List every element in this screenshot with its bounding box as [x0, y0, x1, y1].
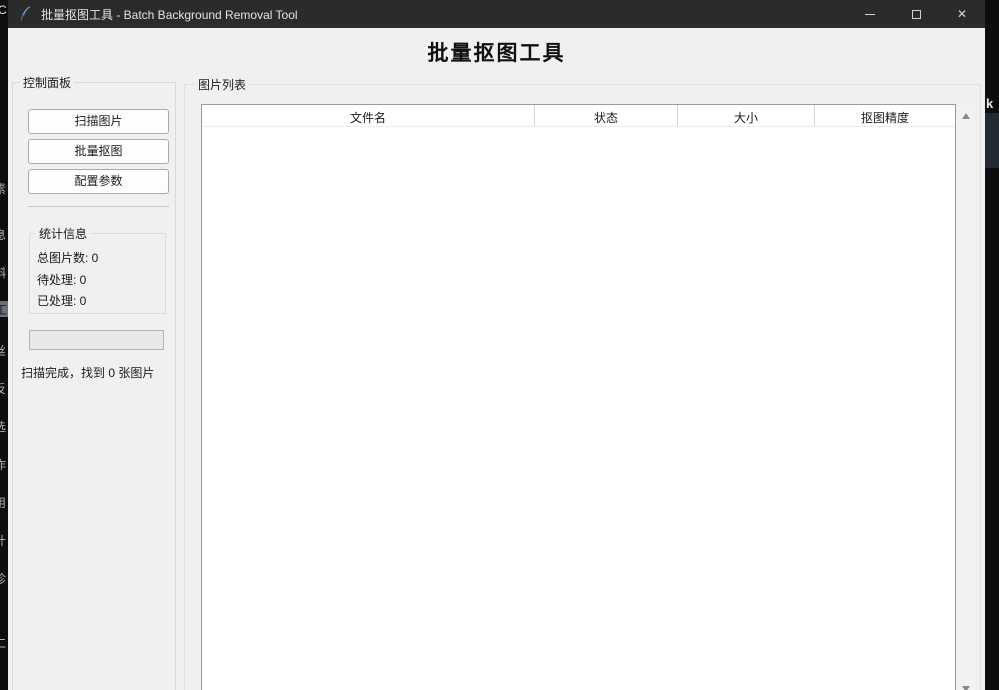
scan-images-button[interactable]: 扫描图片	[28, 109, 169, 134]
background-text-fragment: 息	[0, 226, 8, 242]
window-content: 批量抠图工具 控制面板 扫描图片 批量抠图 配置参数 统计信息 总图片数: 0 …	[8, 28, 985, 690]
background-text-fragment: 斜	[0, 264, 8, 280]
column-header-filename[interactable]: 文件名	[202, 105, 535, 126]
statistics-group: 统计信息 总图片数: 0 待处理: 0 已处理: 0	[29, 233, 166, 314]
background-window-right-edge: k	[985, 0, 999, 690]
background-text-fragment: 素	[0, 180, 8, 196]
image-list-label: 图片列表	[195, 76, 249, 93]
control-panel-label: 控制面板	[20, 74, 74, 91]
background-text-fragment: 诊	[0, 570, 8, 586]
image-table[interactable]: 文件名 状态 大小 抠图精度	[201, 104, 956, 690]
background-text-fragment: C	[0, 3, 8, 19]
titlebar[interactable]: 批量抠图工具 - Batch Background Removal Tool ✕	[8, 0, 985, 28]
background-text-fragment: 工	[0, 301, 8, 317]
column-header-status[interactable]: 状态	[535, 105, 678, 126]
stat-total-images: 总图片数: 0	[37, 249, 98, 266]
separator	[28, 206, 169, 207]
maximize-button[interactable]	[893, 0, 939, 28]
background-highlight-block	[985, 113, 999, 168]
background-text-fragment: 反	[0, 380, 8, 396]
maximize-icon	[912, 10, 921, 19]
tk-feather-icon	[18, 6, 32, 22]
app-window: 批量抠图工具 - Batch Background Removal Tool ✕…	[8, 0, 985, 690]
background-window-left-edge: C 素息斜工丝反选作用计诊仁	[0, 0, 8, 690]
column-header-size[interactable]: 大小	[678, 105, 815, 126]
progress-bar	[29, 330, 164, 350]
background-text-fragment: 仁	[0, 634, 8, 650]
stat-pending: 待处理: 0	[37, 271, 86, 288]
column-header-precision[interactable]: 抠图精度	[815, 105, 955, 126]
background-text-fragment: 用	[0, 494, 8, 510]
background-text-fragment: 丝	[0, 342, 8, 358]
table-body-empty[interactable]	[202, 127, 955, 690]
close-icon: ✕	[957, 7, 967, 21]
scroll-up-icon[interactable]	[962, 113, 970, 119]
stat-processed: 已处理: 0	[37, 292, 86, 309]
background-text-fragment: 作	[0, 456, 8, 472]
background-text-fragment: k	[986, 96, 993, 111]
statistics-label: 统计信息	[36, 225, 90, 242]
configure-params-button[interactable]: 配置参数	[28, 169, 169, 194]
minimize-icon	[865, 14, 875, 15]
scroll-down-icon[interactable]	[962, 686, 970, 690]
close-button[interactable]: ✕	[939, 0, 985, 28]
minimize-button[interactable]	[847, 0, 893, 28]
page-title: 批量抠图工具	[8, 37, 985, 67]
batch-cutout-button[interactable]: 批量抠图	[28, 139, 169, 164]
image-list-panel: 图片列表 文件名 状态 大小 抠图精度	[184, 84, 981, 690]
table-header-row: 文件名 状态 大小 抠图精度	[202, 105, 955, 127]
status-text: 扫描完成，找到 0 张图片	[21, 364, 154, 381]
control-panel: 控制面板 扫描图片 批量抠图 配置参数 统计信息 总图片数: 0 待处理: 0 …	[12, 82, 176, 690]
vertical-scrollbar[interactable]	[958, 104, 975, 690]
window-title: 批量抠图工具 - Batch Background Removal Tool	[41, 6, 298, 23]
background-text-fragment: 计	[0, 532, 8, 548]
background-text-fragment: 选	[0, 418, 8, 434]
